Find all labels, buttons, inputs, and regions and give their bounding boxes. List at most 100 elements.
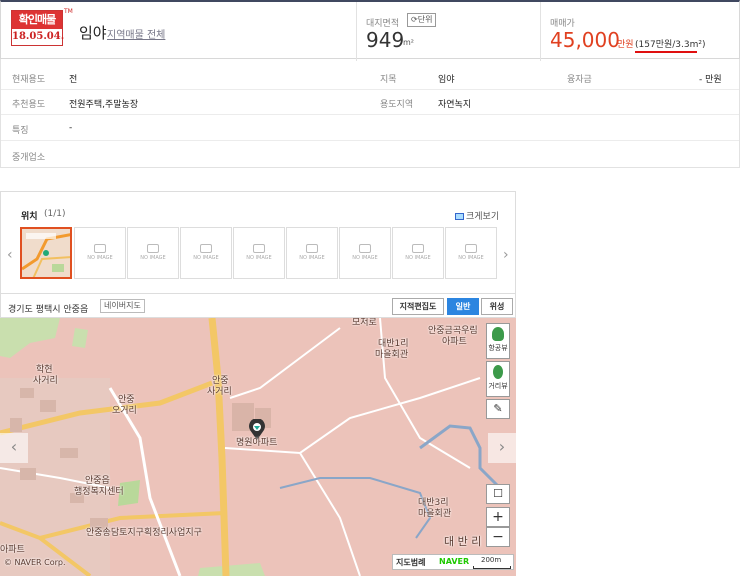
camera-icon [306,244,318,253]
refresh-icon: ⟳ [411,15,418,24]
camera-icon [94,244,106,253]
camera-icon [412,244,424,253]
current-use-label: 현재용도 [12,75,46,85]
map-label-property: 명원아파트 [236,438,278,448]
listing-header: 확인매물 18.05.04. TM 임야 지역매물 전체 대지면적 ⟳단위 94… [0,0,740,61]
tab-cadastral[interactable]: 지적편집도 [392,298,444,315]
regional-listings-link[interactable]: 지역매물 전체 [107,26,165,41]
map-copyright: © NAVER Corp. [4,558,66,567]
badge-date: 18.05.04. [12,31,65,42]
no-image-text: NO IMAGE [193,255,219,261]
current-use-value: 전 [69,75,78,85]
badge-title: 확인매물 [12,11,62,29]
recommended-use-value: 전원주택,주말농장 [69,100,139,110]
loan-label: 융자금 [567,75,592,85]
map-label-village-hall: 마을회관 [418,509,452,519]
enlarge-label: 크게보기 [466,212,500,222]
land-category-label: 지목 [380,75,397,85]
map-label-road: 모저로 [352,318,377,328]
badge-tm: TM [64,8,73,15]
thumbnail-empty[interactable]: NO IMAGE [180,227,232,279]
row-divider [1,114,739,115]
no-image-text: NO IMAGE [458,255,484,261]
enlarge-button[interactable]: 크게보기 [455,209,499,222]
map-prev-arrow[interactable]: ‹ [0,433,28,463]
map-label-office: 행정복지센터 [74,487,124,497]
map-label-intersection: 학현 [36,365,53,375]
map-next-arrow[interactable]: › [488,433,516,463]
aerial-view-label: 항공뷰 [488,344,508,352]
camera-icon [359,244,371,253]
area-unit: m² [403,38,414,47]
features-value: - [69,123,73,133]
property-info-table: 현재용도 전 지목 임야 융자금 - 만원 추천용도 전원주택,주말농장 용도지… [0,59,740,168]
no-image-text: NO IMAGE [299,255,325,261]
row-divider [1,89,739,90]
camera-icon [200,244,212,253]
map-label-village: 대 반 리 [444,535,482,548]
street-view-button[interactable]: 거리뷰 [486,361,510,397]
no-image-text: NO IMAGE [405,255,431,261]
recommended-use-label: 추천용도 [12,100,46,110]
map-scale: 200m [481,556,502,564]
header-divider [356,2,357,61]
tab-general[interactable]: 일반 [447,298,479,315]
thumbnail-empty[interactable]: NO IMAGE [74,227,126,279]
no-image-text: NO IMAGE [246,255,272,261]
enlarge-icon [455,213,464,220]
camera-icon [465,244,477,253]
thumbnail-empty[interactable]: NO IMAGE [445,227,497,279]
no-image-text: NO IMAGE [140,255,166,261]
unit-button-label: 단위 [417,15,433,24]
map-label-village-hall: 대반3리 [418,498,449,508]
aerial-view-button[interactable]: 항공뷰 [486,323,510,359]
map-label-village-hall: 마을회관 [375,350,409,360]
no-image-text: NO IMAGE [87,255,113,261]
thumbnail-empty[interactable]: NO IMAGE [339,227,391,279]
thumbnail-empty[interactable]: NO IMAGE [233,227,285,279]
naver-logo: NAVER [439,557,470,566]
map-label-district: 안중송담토지구획정리사업지구 [86,528,202,538]
loan-value: - 만원 [699,75,722,85]
unit-toggle-button[interactable]: ⟳단위 [407,13,437,27]
verified-listing-badge: 확인매물 18.05.04. [11,10,65,46]
map-label-intersection: 안중 [118,395,135,405]
price-per-pyeong: (157만원/3.3m²) [635,40,706,50]
price-underline [635,51,697,53]
naver-map-button[interactable]: 네이버지도 [100,299,145,313]
map-label-apartment: 아파트 [442,337,467,347]
zoning-value: 자연녹지 [438,100,472,110]
zoom-out-button[interactable]: − [486,527,510,547]
map-legend-button[interactable]: 지도범례 [396,557,425,568]
features-label: 특징 [12,126,29,136]
scale-bar [473,566,511,569]
map-label-intersection: 안중 [212,376,229,386]
measure-ruler-icon[interactable]: ✎ [486,399,510,419]
price-value: 45,000 [550,28,620,52]
row-divider [1,140,739,141]
tab-satellite[interactable]: 위성 [481,298,513,315]
zoning-label: 용도지역 [380,100,414,110]
area-value: 949 [366,28,405,52]
gallery-next-arrow[interactable]: › [503,247,509,263]
thumbnail-map[interactable] [20,227,72,279]
aerial-view-icon [492,327,504,341]
zoom-in-button[interactable]: + [486,507,510,527]
map-address-bar: 경기도 평택시 안중읍 네이버지도 지적편집도 일반 위성 [0,293,516,318]
map-label-apartment: 안중금곡우림 [428,326,478,336]
mini-map-image [22,229,70,277]
thumbnail-empty[interactable]: NO IMAGE [392,227,444,279]
thumbnail-empty[interactable]: NO IMAGE [286,227,338,279]
thumbnail-empty[interactable]: NO IMAGE [127,227,179,279]
map-label-intersection: 사거리 [33,376,58,386]
street-view-label: 거리뷰 [488,382,508,390]
gallery-prev-arrow[interactable]: ‹ [7,247,13,263]
gallery-title: 위치 [21,212,38,222]
property-map[interactable]: 안중금곡우림 아파트 모저로 대반1리 마을회관 학현 사거리 안중 오거리 안… [0,318,516,576]
location-gallery: 위치 (1/1) 크게보기 ‹ › NO IMAGE NO IMAGE NO I… [0,191,516,293]
price-unit: 만원 [617,40,634,50]
no-image-text: NO IMAGE [352,255,378,261]
drag-hand-icon[interactable]: ☐ [486,484,510,504]
map-address: 경기도 평택시 안중읍 [8,305,89,315]
camera-icon [253,244,265,253]
